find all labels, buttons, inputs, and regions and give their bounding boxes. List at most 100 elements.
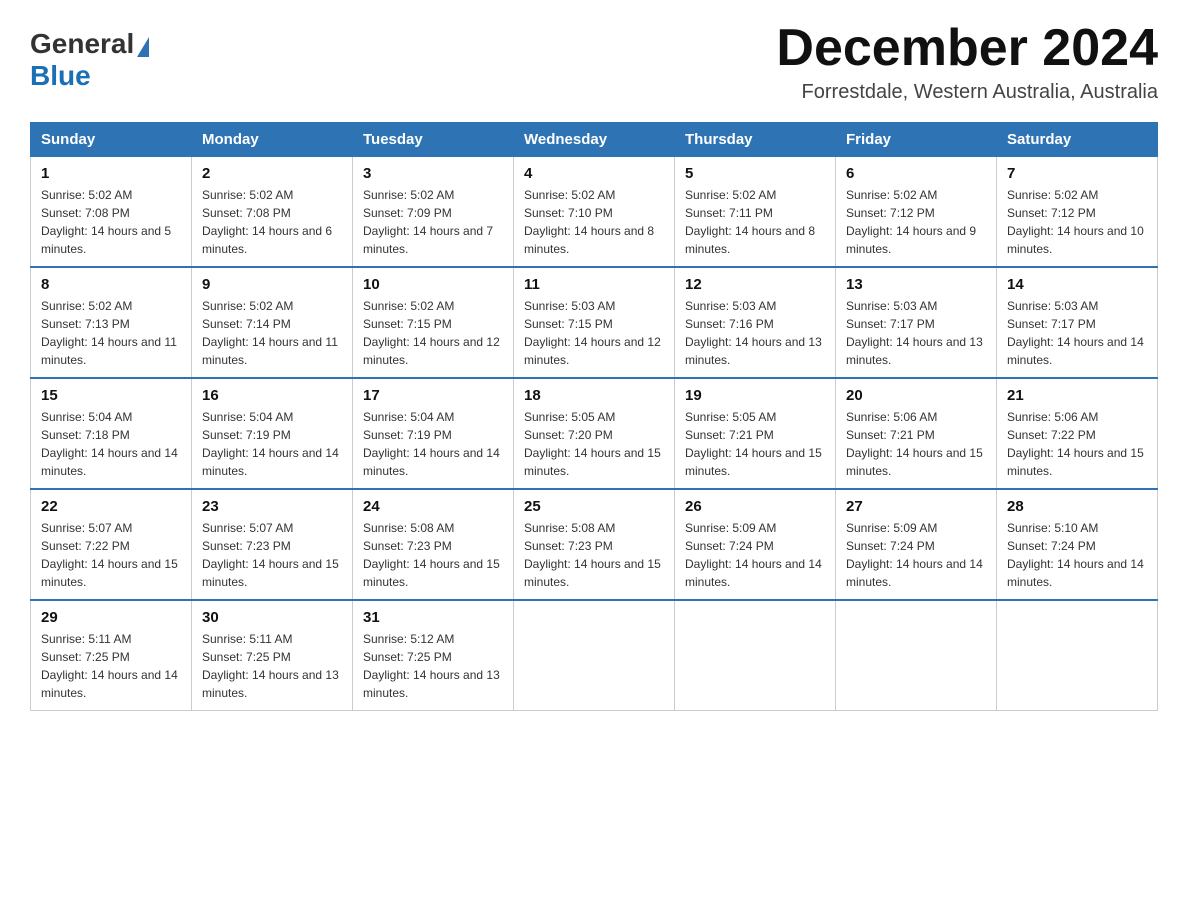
daylight-label: Daylight: 14 hours and 14 minutes. [41, 446, 178, 478]
calendar-day-cell: 7 Sunrise: 5:02 AM Sunset: 7:12 PM Dayli… [997, 157, 1158, 268]
title-area: December 2024 Forrestdale, Western Austr… [776, 20, 1158, 104]
calendar-day-cell: 12 Sunrise: 5:03 AM Sunset: 7:16 PM Dayl… [675, 267, 836, 378]
logo-triangle-icon [137, 37, 149, 57]
calendar-day-cell: 9 Sunrise: 5:02 AM Sunset: 7:14 PM Dayli… [192, 267, 353, 378]
sunrise-label: Sunrise: 5:02 AM [41, 299, 132, 313]
sunset-label: Sunset: 7:23 PM [524, 539, 613, 553]
sunset-label: Sunset: 7:14 PM [202, 317, 291, 331]
day-info: Sunrise: 5:07 AM Sunset: 7:22 PM Dayligh… [41, 519, 181, 591]
day-number: 24 [363, 498, 503, 515]
day-number: 31 [363, 609, 503, 626]
sunrise-label: Sunrise: 5:04 AM [202, 410, 293, 424]
location-subtitle: Forrestdale, Western Australia, Australi… [776, 81, 1158, 104]
sunrise-label: Sunrise: 5:02 AM [524, 188, 615, 202]
daylight-label: Daylight: 14 hours and 13 minutes. [685, 335, 822, 367]
sunset-label: Sunset: 7:21 PM [685, 428, 774, 442]
day-number: 3 [363, 165, 503, 182]
col-thursday: Thursday [675, 123, 836, 157]
sunset-label: Sunset: 7:25 PM [202, 650, 291, 664]
daylight-label: Daylight: 14 hours and 14 minutes. [41, 668, 178, 700]
daylight-label: Daylight: 14 hours and 9 minutes. [846, 224, 976, 256]
calendar-day-cell: 17 Sunrise: 5:04 AM Sunset: 7:19 PM Dayl… [353, 378, 514, 489]
sunset-label: Sunset: 7:08 PM [202, 206, 291, 220]
calendar-day-cell: 21 Sunrise: 5:06 AM Sunset: 7:22 PM Dayl… [997, 378, 1158, 489]
sunrise-label: Sunrise: 5:03 AM [1007, 299, 1098, 313]
day-info: Sunrise: 5:06 AM Sunset: 7:22 PM Dayligh… [1007, 408, 1147, 480]
calendar-day-cell: 8 Sunrise: 5:02 AM Sunset: 7:13 PM Dayli… [31, 267, 192, 378]
sunrise-label: Sunrise: 5:07 AM [202, 521, 293, 535]
day-info: Sunrise: 5:02 AM Sunset: 7:14 PM Dayligh… [202, 297, 342, 369]
day-number: 18 [524, 387, 664, 404]
daylight-label: Daylight: 14 hours and 15 minutes. [202, 557, 339, 589]
logo-blue-text: Blue [30, 60, 91, 91]
day-info: Sunrise: 5:02 AM Sunset: 7:09 PM Dayligh… [363, 186, 503, 258]
day-number: 30 [202, 609, 342, 626]
calendar-day-cell: 10 Sunrise: 5:02 AM Sunset: 7:15 PM Dayl… [353, 267, 514, 378]
daylight-label: Daylight: 14 hours and 11 minutes. [202, 335, 338, 367]
day-number: 14 [1007, 276, 1147, 293]
calendar-table: Sunday Monday Tuesday Wednesday Thursday… [30, 122, 1158, 711]
daylight-label: Daylight: 14 hours and 8 minutes. [685, 224, 815, 256]
sunrise-label: Sunrise: 5:08 AM [524, 521, 615, 535]
daylight-label: Daylight: 14 hours and 8 minutes. [524, 224, 654, 256]
sunset-label: Sunset: 7:19 PM [202, 428, 291, 442]
daylight-label: Daylight: 14 hours and 14 minutes. [846, 557, 983, 589]
day-info: Sunrise: 5:03 AM Sunset: 7:16 PM Dayligh… [685, 297, 825, 369]
calendar-week-row: 1 Sunrise: 5:02 AM Sunset: 7:08 PM Dayli… [31, 157, 1158, 268]
col-friday: Friday [836, 123, 997, 157]
sunset-label: Sunset: 7:22 PM [41, 539, 130, 553]
sunrise-label: Sunrise: 5:03 AM [685, 299, 776, 313]
day-number: 17 [363, 387, 503, 404]
day-info: Sunrise: 5:08 AM Sunset: 7:23 PM Dayligh… [524, 519, 664, 591]
day-info: Sunrise: 5:04 AM Sunset: 7:19 PM Dayligh… [202, 408, 342, 480]
sunrise-label: Sunrise: 5:03 AM [846, 299, 937, 313]
day-number: 4 [524, 165, 664, 182]
sunset-label: Sunset: 7:24 PM [846, 539, 935, 553]
calendar-day-cell: 24 Sunrise: 5:08 AM Sunset: 7:23 PM Dayl… [353, 489, 514, 600]
col-monday: Monday [192, 123, 353, 157]
daylight-label: Daylight: 14 hours and 7 minutes. [363, 224, 493, 256]
day-info: Sunrise: 5:10 AM Sunset: 7:24 PM Dayligh… [1007, 519, 1147, 591]
calendar-day-cell: 20 Sunrise: 5:06 AM Sunset: 7:21 PM Dayl… [836, 378, 997, 489]
sunset-label: Sunset: 7:20 PM [524, 428, 613, 442]
calendar-day-cell: 26 Sunrise: 5:09 AM Sunset: 7:24 PM Dayl… [675, 489, 836, 600]
calendar-day-cell: 19 Sunrise: 5:05 AM Sunset: 7:21 PM Dayl… [675, 378, 836, 489]
calendar-day-cell: 29 Sunrise: 5:11 AM Sunset: 7:25 PM Dayl… [31, 600, 192, 711]
day-number: 7 [1007, 165, 1147, 182]
sunrise-label: Sunrise: 5:02 AM [202, 188, 293, 202]
day-info: Sunrise: 5:02 AM Sunset: 7:12 PM Dayligh… [846, 186, 986, 258]
calendar-day-cell: 16 Sunrise: 5:04 AM Sunset: 7:19 PM Dayl… [192, 378, 353, 489]
logo: General Blue [30, 28, 149, 92]
daylight-label: Daylight: 14 hours and 14 minutes. [363, 446, 500, 478]
day-info: Sunrise: 5:07 AM Sunset: 7:23 PM Dayligh… [202, 519, 342, 591]
sunset-label: Sunset: 7:25 PM [363, 650, 452, 664]
day-info: Sunrise: 5:05 AM Sunset: 7:20 PM Dayligh… [524, 408, 664, 480]
day-number: 1 [41, 165, 181, 182]
sunset-label: Sunset: 7:21 PM [846, 428, 935, 442]
page-header: General Blue December 2024 Forrestdale, … [30, 20, 1158, 104]
calendar-day-cell: 3 Sunrise: 5:02 AM Sunset: 7:09 PM Dayli… [353, 157, 514, 268]
sunrise-label: Sunrise: 5:06 AM [846, 410, 937, 424]
daylight-label: Daylight: 14 hours and 14 minutes. [202, 446, 339, 478]
day-info: Sunrise: 5:06 AM Sunset: 7:21 PM Dayligh… [846, 408, 986, 480]
calendar-day-cell: 28 Sunrise: 5:10 AM Sunset: 7:24 PM Dayl… [997, 489, 1158, 600]
col-saturday: Saturday [997, 123, 1158, 157]
day-number: 25 [524, 498, 664, 515]
calendar-day-cell: 30 Sunrise: 5:11 AM Sunset: 7:25 PM Dayl… [192, 600, 353, 711]
sunrise-label: Sunrise: 5:02 AM [202, 299, 293, 313]
day-number: 22 [41, 498, 181, 515]
day-info: Sunrise: 5:02 AM Sunset: 7:08 PM Dayligh… [202, 186, 342, 258]
sunset-label: Sunset: 7:11 PM [685, 206, 773, 220]
sunset-label: Sunset: 7:23 PM [202, 539, 291, 553]
sunset-label: Sunset: 7:12 PM [1007, 206, 1096, 220]
day-info: Sunrise: 5:04 AM Sunset: 7:19 PM Dayligh… [363, 408, 503, 480]
calendar-day-cell: 22 Sunrise: 5:07 AM Sunset: 7:22 PM Dayl… [31, 489, 192, 600]
day-number: 9 [202, 276, 342, 293]
sunrise-label: Sunrise: 5:11 AM [41, 632, 132, 646]
sunrise-label: Sunrise: 5:07 AM [41, 521, 132, 535]
calendar-week-row: 15 Sunrise: 5:04 AM Sunset: 7:18 PM Dayl… [31, 378, 1158, 489]
sunset-label: Sunset: 7:25 PM [41, 650, 130, 664]
day-number: 11 [524, 276, 664, 293]
day-info: Sunrise: 5:02 AM Sunset: 7:13 PM Dayligh… [41, 297, 181, 369]
sunset-label: Sunset: 7:15 PM [524, 317, 613, 331]
